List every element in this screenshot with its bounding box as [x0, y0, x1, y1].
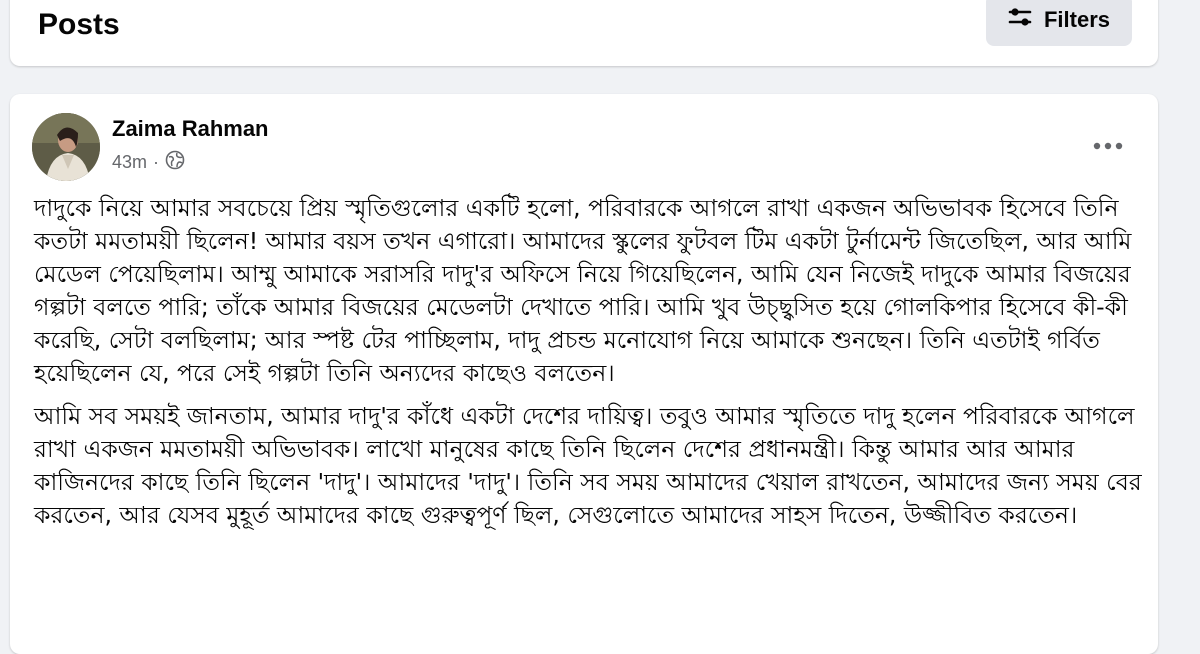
more-options-button[interactable]: [1086, 126, 1130, 162]
post-time[interactable]: 43m: [112, 152, 147, 173]
page-title: Posts: [38, 8, 120, 41]
more-horizontal-icon: [1093, 135, 1123, 154]
post-card: Zaima Rahman 43m · দাদুকে নিয়ে আমার সবচ…: [10, 94, 1158, 654]
post-paragraph-1: দাদুকে নিয়ে আমার সবচেয়ে প্রিয় স্মৃতিগ…: [34, 194, 1132, 387]
post-meta: 43m ·: [112, 150, 185, 175]
post-paragraph-2: আমি সব সময়ই জানতাম, আমার দাদু'র কাঁধে এ…: [34, 402, 1142, 529]
avatar[interactable]: [32, 113, 100, 181]
meta-separator: ·: [153, 152, 160, 172]
posts-header: Posts Filters: [10, 0, 1158, 66]
globe-icon: [165, 150, 185, 175]
post-body: দাদুকে নিয়ে আমার সবচেয়ে প্রিয় স্মৃতিগ…: [34, 192, 1144, 542]
sliders-icon: [1008, 7, 1032, 33]
filters-label: Filters: [1043, 7, 1111, 32]
author-name[interactable]: Zaima Rahman: [112, 116, 269, 142]
filters-button[interactable]: Filters: [986, 0, 1132, 46]
